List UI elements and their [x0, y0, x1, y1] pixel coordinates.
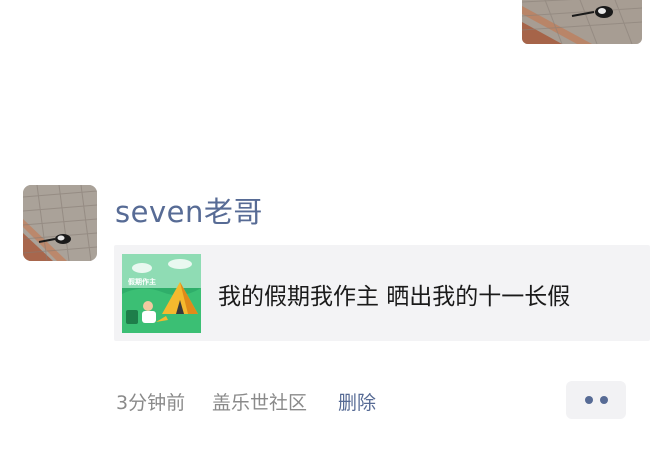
- post-time: 3分钟前: [116, 392, 186, 414]
- link-thumbnail: 假期作主: [122, 254, 201, 333]
- moments-feed: seven老哥 假期作主 我的假期我作主 晒出我的十一长假 3分钟前 盖乐世社区…: [0, 0, 650, 452]
- avatar[interactable]: [23, 185, 97, 261]
- thumbnail-caption: 假期作主: [128, 277, 156, 286]
- username[interactable]: seven老哥: [115, 189, 263, 231]
- street-photo-avatar-icon: [23, 185, 97, 261]
- more-dots-icon: [584, 396, 593, 404]
- more-button[interactable]: [566, 381, 626, 419]
- delete-button[interactable]: 删除: [338, 388, 376, 415]
- street-photo-icon: [522, 0, 642, 44]
- link-title: 我的假期我作主 晒出我的十一长假: [218, 284, 571, 310]
- more-dots-icon: [599, 396, 608, 404]
- previous-post-photo[interactable]: [522, 0, 642, 44]
- post-source: 盖乐世社区: [212, 392, 308, 414]
- camping-illustration-icon: 假期作主: [122, 254, 201, 333]
- shared-link-card[interactable]: 假期作主 我的假期我作主 晒出我的十一长假: [114, 245, 650, 341]
